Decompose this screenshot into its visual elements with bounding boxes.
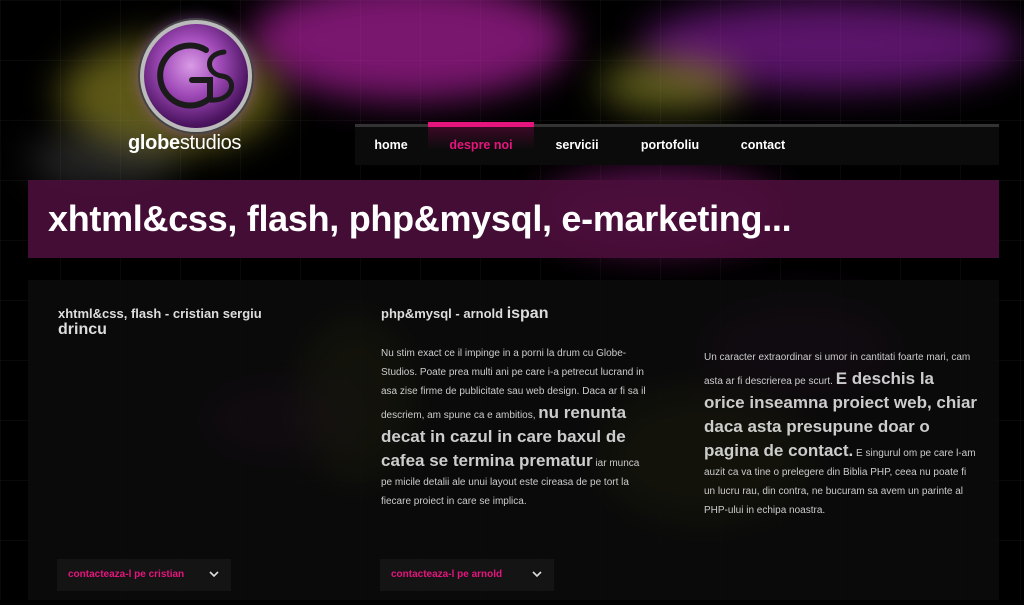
chevron-down-icon	[209, 559, 219, 605]
nav-contact[interactable]: contact	[730, 127, 796, 165]
column-third: Un caracter extraordinar si umor in cant…	[704, 348, 979, 520]
nav-despre-noi[interactable]: despre noi	[428, 122, 534, 165]
chevron-down-icon	[532, 559, 542, 605]
column-heading: php&mysql - arnold ispan	[381, 305, 549, 322]
logo-emblem	[140, 20, 252, 132]
bio-paragraph: Un caracter extraordinar si umor in cant…	[704, 352, 978, 516]
column-arnold: php&mysql - arnold ispan Nu stim exact c…	[381, 306, 653, 511]
nav-servicii[interactable]: servicii	[544, 127, 610, 165]
bio-paragraph: Nu stim exact ce il impinge in a porni l…	[381, 348, 646, 507]
column-heading: xhtml&css, flash - cristian sergiu drinc…	[58, 306, 262, 338]
nav-home[interactable]: home	[363, 127, 419, 165]
contact-arnold-button[interactable]: contacteaza-l pe arnold	[380, 559, 554, 591]
nav-portofoliu[interactable]: portofoliu	[628, 127, 712, 165]
globestudios-logo[interactable]: globestudios	[128, 20, 258, 160]
main-nav: home despre noi servicii portofoliu cont…	[355, 122, 999, 165]
hero-banner: xhtml&css, flash, php&mysql, e-marketing…	[28, 180, 999, 258]
column-cristian: xhtml&css, flash - cristian sergiu drinc…	[58, 306, 308, 338]
banner-title: xhtml&css, flash, php&mysql, e-marketing…	[48, 198, 792, 239]
contact-cristian-button[interactable]: contacteaza-l pe cristian	[57, 559, 231, 591]
team-content: xhtml&css, flash - cristian sergiu drinc…	[28, 280, 999, 600]
logo-text: globestudios	[128, 132, 242, 154]
